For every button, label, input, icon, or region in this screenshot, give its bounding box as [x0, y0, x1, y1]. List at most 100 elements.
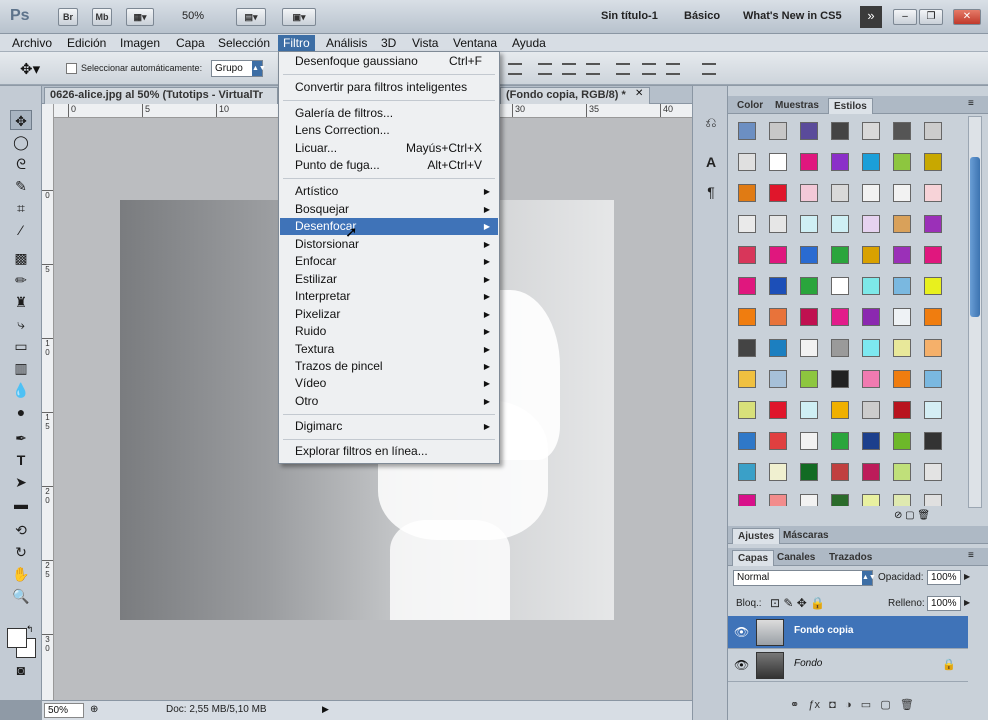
style-swatch[interactable] [924, 463, 942, 481]
style-swatch[interactable] [831, 153, 849, 171]
filter-item-browse-online[interactable]: Explorar filtros en línea... [280, 443, 498, 460]
tab-alice-document[interactable]: 0626-alice.jpg al 50% (Tutotips - Virtua… [44, 87, 278, 104]
styles-scrollbar[interactable] [968, 116, 982, 508]
style-swatch[interactable] [769, 277, 787, 295]
style-swatch[interactable] [769, 122, 787, 140]
style-swatch[interactable] [831, 463, 849, 481]
scrollbar-thumb[interactable] [970, 157, 980, 317]
style-delete-icon[interactable]: ⊘ ▢ 🗑 [894, 510, 930, 521]
distribute-hcenter-icon[interactable] [642, 63, 656, 75]
gradient-tool-icon[interactable]: ▥ [10, 358, 32, 378]
style-swatch[interactable] [862, 432, 880, 450]
style-swatch[interactable] [769, 401, 787, 419]
style-swatch[interactable] [831, 401, 849, 419]
opacity-arrow-icon[interactable]: ▶ [964, 572, 970, 581]
distribute-top-icon[interactable] [538, 63, 552, 75]
filter-item-video[interactable]: Vídeo ▶ [280, 375, 498, 392]
style-swatch[interactable] [893, 308, 911, 326]
filter-item-vanishing-point[interactable]: Punto de fuga... Alt+Ctrl+V [280, 157, 498, 174]
tab-close-icon[interactable]: ✕ [635, 88, 643, 99]
style-swatch[interactable] [862, 401, 880, 419]
style-swatch[interactable] [738, 401, 756, 419]
screen-mode-button[interactable]: ▣▾ [282, 8, 316, 26]
crop-tool-icon[interactable]: ⌗ [10, 198, 32, 218]
history-panel-icon[interactable]: ⎌ [701, 112, 721, 132]
status-menu-arrow-icon[interactable]: ▶ [322, 704, 329, 715]
style-swatch[interactable] [738, 215, 756, 233]
style-swatch[interactable] [893, 339, 911, 357]
style-swatch[interactable] [800, 494, 818, 506]
style-swatch[interactable] [893, 184, 911, 202]
status-zoom-field[interactable]: 50% [44, 703, 84, 718]
menu-imagen[interactable]: Imagen [115, 35, 165, 51]
style-swatch[interactable] [738, 463, 756, 481]
style-swatch[interactable] [924, 246, 942, 264]
filter-item-bosquejar[interactable]: Bosquejar ▶ [280, 201, 498, 218]
style-swatch[interactable] [924, 401, 942, 419]
style-swatch[interactable] [893, 246, 911, 264]
tab-capas[interactable]: Capas [732, 550, 775, 566]
whats-new-workspace[interactable]: What's New in CS5 [743, 10, 842, 22]
paragraph-panel-icon[interactable]: ¶ [701, 182, 721, 202]
filter-item-enfocar[interactable]: Enfocar ▶ [280, 253, 498, 270]
style-swatch[interactable] [862, 339, 880, 357]
filter-item-filter-gallery[interactable]: Galería de filtros... [280, 105, 498, 122]
layers-panel-menu-icon[interactable]: ≡ [968, 550, 974, 561]
style-swatch[interactable] [924, 153, 942, 171]
document-name[interactable]: Sin título-1 [601, 10, 658, 22]
style-swatch[interactable] [862, 277, 880, 295]
style-swatch[interactable] [924, 339, 942, 357]
style-swatch[interactable] [924, 215, 942, 233]
workspace-basic[interactable]: Básico [684, 10, 720, 22]
menu-capa[interactable]: Capa [171, 35, 210, 51]
style-swatch[interactable] [893, 370, 911, 388]
filter-item-digimarc[interactable]: Digimarc ▶ [280, 418, 498, 435]
auto-align-icon[interactable] [702, 63, 716, 75]
style-swatch[interactable] [924, 308, 942, 326]
style-swatch[interactable] [800, 153, 818, 171]
distribute-bottom-icon[interactable] [586, 63, 600, 75]
style-swatch[interactable] [769, 370, 787, 388]
style-swatch[interactable] [831, 215, 849, 233]
arrange-documents-button[interactable]: ▤▾ [236, 8, 266, 26]
move-tool-icon[interactable]: ✥ [10, 110, 32, 130]
style-swatch[interactable] [862, 215, 880, 233]
move-tool-preset-icon[interactable]: ✥▾ [20, 60, 40, 78]
layers-bottom-toolbar[interactable]: ⚭ ƒx ◘ ◑ ▭ ▢ 🗑 [790, 698, 914, 711]
style-swatch[interactable] [800, 184, 818, 202]
bridge-button[interactable]: Br [58, 8, 78, 26]
menu-filtro[interactable]: Filtro [278, 35, 315, 51]
panel-menu-icon[interactable]: ≡ [968, 98, 974, 109]
3d-rotate-tool-icon[interactable]: ⟲ [10, 520, 32, 540]
quick-select-tool-icon[interactable]: ✎ [10, 176, 32, 196]
style-swatch[interactable] [893, 122, 911, 140]
style-swatch[interactable] [862, 122, 880, 140]
distribute-left-icon[interactable] [616, 63, 630, 75]
style-swatch[interactable] [862, 308, 880, 326]
style-swatch[interactable] [924, 370, 942, 388]
style-swatch[interactable] [738, 339, 756, 357]
visibility-eye-icon[interactable]: 👁 [734, 625, 749, 639]
style-swatch[interactable] [924, 432, 942, 450]
layer-row[interactable]: 👁 Fondo copia [728, 616, 968, 649]
style-swatch[interactable] [769, 463, 787, 481]
menu-ventana[interactable]: Ventana [448, 35, 502, 51]
distribute-right-icon[interactable] [666, 63, 680, 75]
style-swatch[interactable] [831, 122, 849, 140]
style-swatch[interactable] [831, 184, 849, 202]
opacity-input[interactable]: 100% [927, 570, 961, 585]
style-swatch[interactable] [738, 494, 756, 506]
style-swatch[interactable] [893, 432, 911, 450]
style-swatch[interactable] [738, 153, 756, 171]
menu-seleccion[interactable]: Selección [213, 35, 275, 51]
swap-colors-icon[interactable]: ↰ [26, 624, 34, 635]
style-swatch[interactable] [769, 246, 787, 264]
filter-item-lens-correction[interactable]: Lens Correction... [280, 122, 498, 139]
filter-item-pixelizar[interactable]: Pixelizar ▶ [280, 306, 498, 323]
fill-arrow-icon[interactable]: ▶ [964, 598, 970, 607]
style-swatch[interactable] [769, 308, 787, 326]
menu-vista[interactable]: Vista [407, 35, 443, 51]
distribute-center-icon[interactable] [562, 63, 576, 75]
style-swatch[interactable] [769, 339, 787, 357]
style-swatch[interactable] [738, 308, 756, 326]
